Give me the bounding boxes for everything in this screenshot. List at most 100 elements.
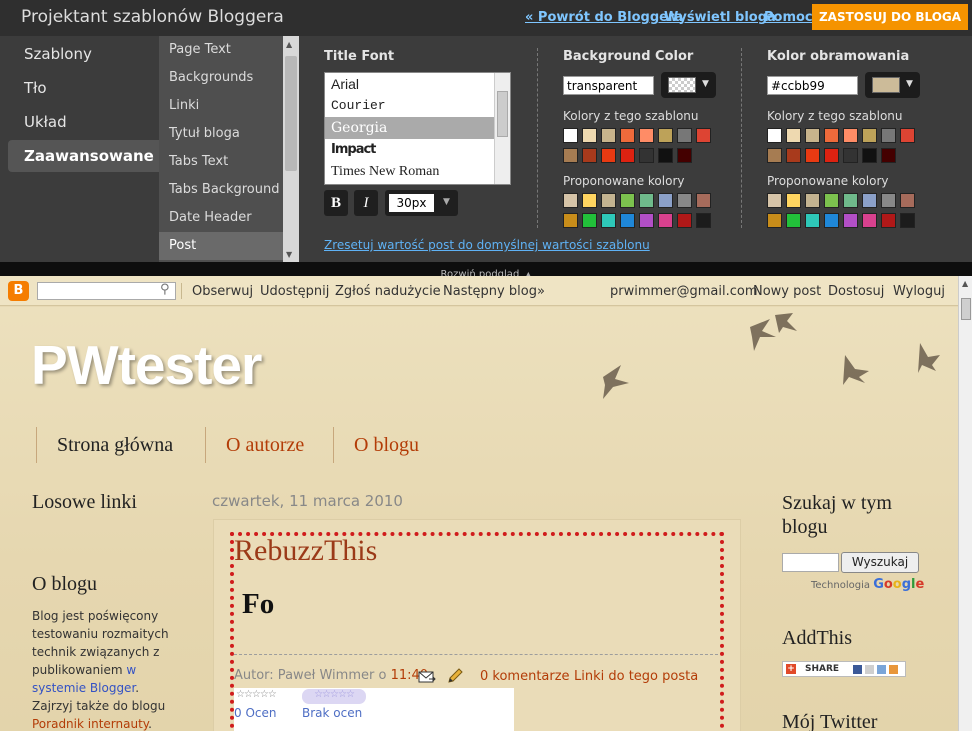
color-swatch[interactable] bbox=[805, 213, 820, 228]
color-swatch[interactable] bbox=[677, 128, 692, 143]
color-swatch[interactable] bbox=[862, 128, 877, 143]
color-swatch[interactable] bbox=[805, 128, 820, 143]
sub-nav-tabs-text[interactable]: Tabs Text bbox=[159, 148, 283, 176]
expand-preview-bar[interactable]: Rozwiń podgląd ▲ bbox=[0, 262, 972, 280]
share-link[interactable]: Udostępnij bbox=[260, 284, 329, 299]
color-swatch[interactable] bbox=[862, 213, 877, 228]
sub-nav-page-text[interactable]: Page Text bbox=[159, 36, 283, 64]
scroll-up-icon[interactable]: ▲ bbox=[286, 40, 292, 49]
reset-post-link[interactable]: Zresetuj wartość post do domyślnej warto… bbox=[324, 238, 650, 252]
star-rating-icon[interactable]: ☆☆☆☆☆ bbox=[236, 689, 277, 700]
color-swatch[interactable] bbox=[620, 128, 635, 143]
font-option-times-new-roman[interactable]: Times New Roman bbox=[325, 161, 495, 183]
border-color-input[interactable]: #ccbb99 bbox=[767, 76, 858, 95]
color-swatch[interactable] bbox=[563, 193, 578, 208]
color-swatch[interactable] bbox=[881, 148, 896, 163]
sub-nav-tabs-background[interactable]: Tabs Background bbox=[159, 176, 283, 204]
color-swatch[interactable] bbox=[563, 213, 578, 228]
email-post-icon[interactable] bbox=[418, 670, 436, 684]
color-swatch[interactable] bbox=[900, 193, 915, 208]
color-swatch[interactable] bbox=[601, 148, 616, 163]
color-swatch[interactable] bbox=[824, 213, 839, 228]
follow-link[interactable]: Obserwuj bbox=[192, 284, 253, 299]
color-swatch[interactable] bbox=[639, 193, 654, 208]
color-swatch[interactable] bbox=[639, 148, 654, 163]
color-swatch[interactable] bbox=[824, 193, 839, 208]
next-blog-link[interactable]: Następny blog» bbox=[443, 284, 545, 299]
color-swatch[interactable] bbox=[843, 148, 858, 163]
report-abuse-link[interactable]: Zgłoś nadużycie bbox=[335, 284, 441, 299]
new-post-link[interactable]: Nowy post bbox=[753, 284, 821, 299]
color-swatch[interactable] bbox=[900, 128, 915, 143]
sub-nav-scrollbar[interactable]: ▲ ▼ bbox=[283, 36, 299, 262]
color-swatch[interactable] bbox=[843, 193, 858, 208]
designer-nav-tlo[interactable]: Tło bbox=[8, 72, 159, 104]
italic-button[interactable]: I bbox=[354, 190, 378, 216]
color-swatch[interactable] bbox=[601, 128, 616, 143]
blogger-logo-icon[interactable]: B bbox=[8, 281, 29, 301]
view-blog-link[interactable]: Wyświetl bloga bbox=[664, 10, 776, 25]
background-color-input[interactable]: transparent bbox=[563, 76, 654, 95]
color-swatch[interactable] bbox=[824, 148, 839, 163]
edit-pencil-icon[interactable] bbox=[446, 667, 464, 685]
color-swatch[interactable] bbox=[677, 213, 692, 228]
navbar-search-input[interactable] bbox=[37, 282, 176, 300]
color-swatch[interactable] bbox=[862, 193, 877, 208]
post-title[interactable]: RebuzzThis bbox=[234, 534, 377, 568]
tab-about-blog[interactable]: O blogu bbox=[333, 427, 439, 463]
color-swatch[interactable] bbox=[620, 213, 635, 228]
color-swatch[interactable] bbox=[658, 213, 673, 228]
blog-title[interactable]: PWtester bbox=[31, 333, 262, 397]
back-to-blogger-link[interactable]: « Powrót do Bloggera bbox=[525, 10, 683, 25]
sub-nav-post[interactable]: Post bbox=[159, 232, 283, 260]
color-swatch[interactable] bbox=[696, 193, 711, 208]
sub-nav-tytul-bloga[interactable]: Tytuł bloga bbox=[159, 120, 283, 148]
color-swatch[interactable] bbox=[786, 213, 801, 228]
color-swatch[interactable] bbox=[696, 128, 711, 143]
tab-about-author[interactable]: O autorze bbox=[205, 427, 324, 463]
color-swatch[interactable] bbox=[805, 148, 820, 163]
post-links-link[interactable]: Linki do tego posta bbox=[574, 669, 698, 684]
font-option-courier[interactable]: Courier bbox=[325, 95, 495, 117]
star-rating-icon[interactable]: ☆☆☆☆☆ bbox=[302, 689, 366, 704]
color-swatch[interactable] bbox=[805, 193, 820, 208]
color-swatch[interactable] bbox=[658, 128, 673, 143]
font-family-list[interactable]: Times New Roman Impact Georgia Courier Arial bbox=[324, 72, 511, 185]
sub-nav-date-header[interactable]: Date Header bbox=[159, 204, 283, 232]
color-swatch[interactable] bbox=[620, 148, 635, 163]
designer-nav-uklad[interactable]: Układ bbox=[8, 106, 159, 138]
color-swatch[interactable] bbox=[639, 128, 654, 143]
color-swatch[interactable] bbox=[563, 128, 578, 143]
color-swatch[interactable] bbox=[601, 193, 616, 208]
search-button[interactable]: Wyszukaj bbox=[841, 552, 919, 573]
color-swatch[interactable] bbox=[658, 193, 673, 208]
color-swatch[interactable] bbox=[881, 128, 896, 143]
font-size-select[interactable]: 30px ▼ bbox=[385, 190, 458, 216]
color-swatch[interactable] bbox=[563, 148, 578, 163]
blog-search-input[interactable] bbox=[782, 553, 839, 572]
color-swatch[interactable] bbox=[658, 148, 673, 163]
comments-link[interactable]: 0 komentarze bbox=[480, 669, 570, 684]
chevron-down-icon[interactable]: ▼ bbox=[443, 197, 450, 207]
internet-guide-link[interactable]: Poradnik internauty bbox=[32, 717, 148, 731]
color-swatch[interactable] bbox=[677, 148, 692, 163]
color-swatch[interactable] bbox=[862, 148, 877, 163]
color-swatch[interactable] bbox=[881, 193, 896, 208]
color-swatch[interactable] bbox=[843, 128, 858, 143]
color-swatch[interactable] bbox=[824, 128, 839, 143]
color-swatch[interactable] bbox=[582, 213, 597, 228]
background-color-picker[interactable]: ▼ bbox=[661, 72, 716, 98]
font-list-scrollbar[interactable] bbox=[494, 73, 510, 184]
color-swatch[interactable] bbox=[582, 193, 597, 208]
bold-button[interactable]: B bbox=[324, 190, 348, 216]
sign-out-link[interactable]: Wyloguj bbox=[893, 284, 945, 299]
color-swatch[interactable] bbox=[639, 213, 654, 228]
color-swatch[interactable] bbox=[582, 148, 597, 163]
color-swatch[interactable] bbox=[881, 213, 896, 228]
color-swatch[interactable] bbox=[786, 128, 801, 143]
sub-nav-backgrounds[interactable]: Backgrounds bbox=[159, 64, 283, 92]
scroll-thumb[interactable] bbox=[285, 56, 297, 171]
color-swatch[interactable] bbox=[767, 213, 782, 228]
page-scrollbar[interactable]: ▲ bbox=[958, 276, 972, 731]
color-swatch[interactable] bbox=[767, 148, 782, 163]
